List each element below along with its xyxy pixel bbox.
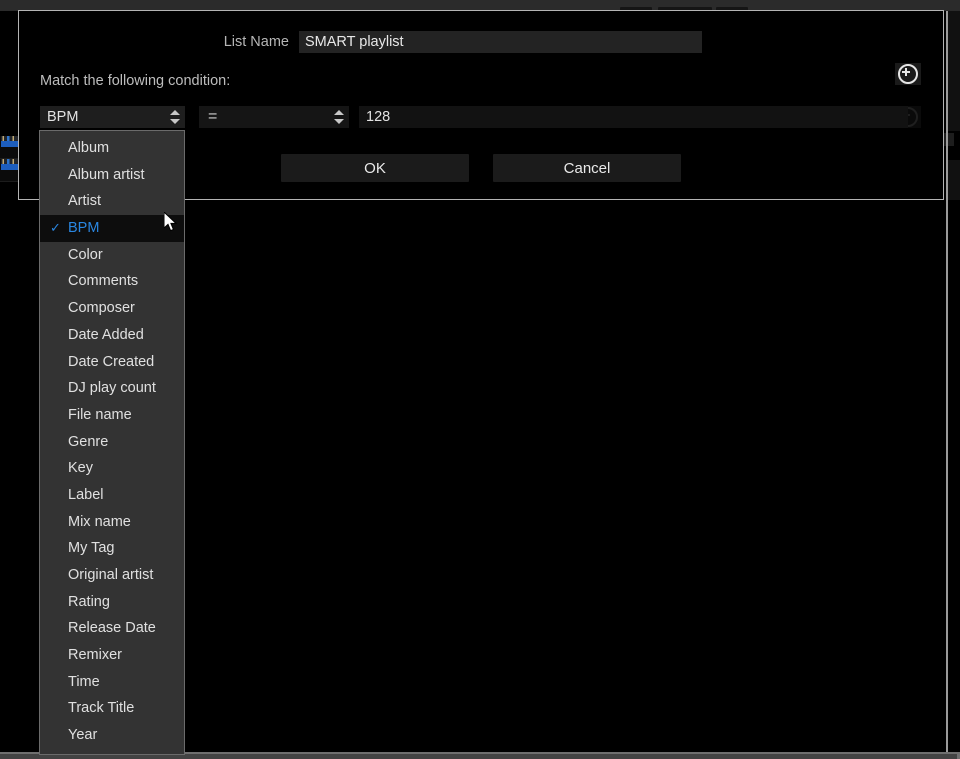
dropdown-item-label: Date Added bbox=[68, 326, 144, 343]
dropdown-item-label: Rating bbox=[68, 593, 110, 610]
dropdown-item-label: Date Created bbox=[68, 353, 155, 370]
field-dropdown-menu[interactable]: Album Album artist Artist ✓ BPM Color Comments… bbox=[39, 130, 185, 755]
dropdown-item[interactable]: Comments bbox=[40, 268, 184, 295]
dropdown-item[interactable]: Genre bbox=[40, 429, 184, 456]
condition-operator-select[interactable]: = bbox=[199, 106, 349, 128]
dropdown-item[interactable]: Mix name bbox=[40, 509, 184, 536]
background-right-block bbox=[948, 160, 960, 200]
dropdown-item[interactable]: My Tag bbox=[40, 535, 184, 562]
dropdown-item-label: Remixer bbox=[68, 647, 122, 664]
dropdown-item-label: Color bbox=[68, 246, 103, 263]
dropdown-item[interactable]: File name bbox=[40, 402, 184, 429]
dropdown-item[interactable]: Year bbox=[40, 722, 184, 749]
dropdown-item-label: My Tag bbox=[68, 540, 115, 557]
ok-button[interactable]: OK bbox=[281, 154, 469, 182]
dropdown-item[interactable]: Artist bbox=[40, 188, 184, 215]
dropdown-item-label: Year bbox=[68, 727, 98, 744]
dropdown-item[interactable]: Release Date bbox=[40, 615, 184, 642]
cancel-button[interactable]: Cancel bbox=[493, 154, 681, 182]
add-condition-button[interactable] bbox=[895, 63, 921, 85]
dropdown-item[interactable]: Color bbox=[40, 242, 184, 269]
dropdown-item[interactable]: Date Created bbox=[40, 349, 184, 376]
dropdown-item-label: Time bbox=[68, 673, 100, 690]
dropdown-item[interactable]: ✓ BPM bbox=[40, 215, 184, 242]
condition-row: BPM = bbox=[40, 106, 908, 128]
dropdown-item[interactable]: Album artist bbox=[40, 162, 184, 189]
dropdown-item[interactable]: Track Title bbox=[40, 695, 184, 722]
dropdown-item[interactable]: Album bbox=[40, 135, 184, 162]
dropdown-item[interactable]: Date Added bbox=[40, 322, 184, 349]
dropdown-item-label: Release Date bbox=[68, 620, 156, 637]
dropdown-item-label: Genre bbox=[68, 433, 109, 450]
background-right-block bbox=[948, 11, 960, 131]
condition-field-select[interactable]: BPM bbox=[40, 106, 185, 128]
dropdown-item[interactable]: Composer bbox=[40, 295, 184, 322]
condition-field-value: BPM bbox=[47, 109, 79, 125]
list-name-input[interactable] bbox=[299, 31, 702, 53]
list-name-row: List Name bbox=[19, 31, 943, 53]
dropdown-item[interactable]: Original artist bbox=[40, 562, 184, 589]
condition-value-input[interactable] bbox=[359, 106, 908, 128]
dropdown-item[interactable]: DJ play count bbox=[40, 375, 184, 402]
chevron-updown-icon bbox=[333, 109, 345, 125]
match-condition-label: Match the following condition: bbox=[40, 73, 231, 89]
list-name-label: List Name bbox=[223, 34, 289, 50]
dropdown-item-label: Label bbox=[68, 486, 104, 503]
dropdown-item-label: File name bbox=[68, 406, 132, 423]
dropdown-item[interactable]: Time bbox=[40, 669, 184, 696]
condition-operator-value: = bbox=[208, 108, 218, 125]
dropdown-item[interactable]: Remixer bbox=[40, 642, 184, 669]
dropdown-item[interactable]: Rating bbox=[40, 589, 184, 616]
dropdown-item-label: Album artist bbox=[68, 166, 145, 183]
dropdown-item-label: DJ play count bbox=[68, 380, 156, 397]
dropdown-item-label: Key bbox=[68, 460, 93, 477]
check-icon: ✓ bbox=[50, 220, 61, 236]
chevron-updown-icon bbox=[169, 109, 181, 125]
dropdown-item-label: Original artist bbox=[68, 567, 154, 583]
dropdown-item[interactable]: Key bbox=[40, 455, 184, 482]
dropdown-item-label: Mix name bbox=[68, 513, 131, 530]
dropdown-item[interactable]: Label bbox=[40, 482, 184, 509]
dropdown-item-label: Track Title bbox=[68, 700, 135, 717]
dropdown-item-label: Composer bbox=[68, 300, 135, 317]
dropdown-item-label: Album bbox=[68, 140, 110, 156]
plus-circle-icon bbox=[898, 64, 918, 84]
dropdown-item-label: BPM bbox=[68, 220, 100, 237]
background-vertical-divider bbox=[946, 11, 948, 759]
dropdown-item-label: Comments bbox=[68, 273, 139, 290]
dropdown-item-label: Artist bbox=[68, 193, 102, 210]
